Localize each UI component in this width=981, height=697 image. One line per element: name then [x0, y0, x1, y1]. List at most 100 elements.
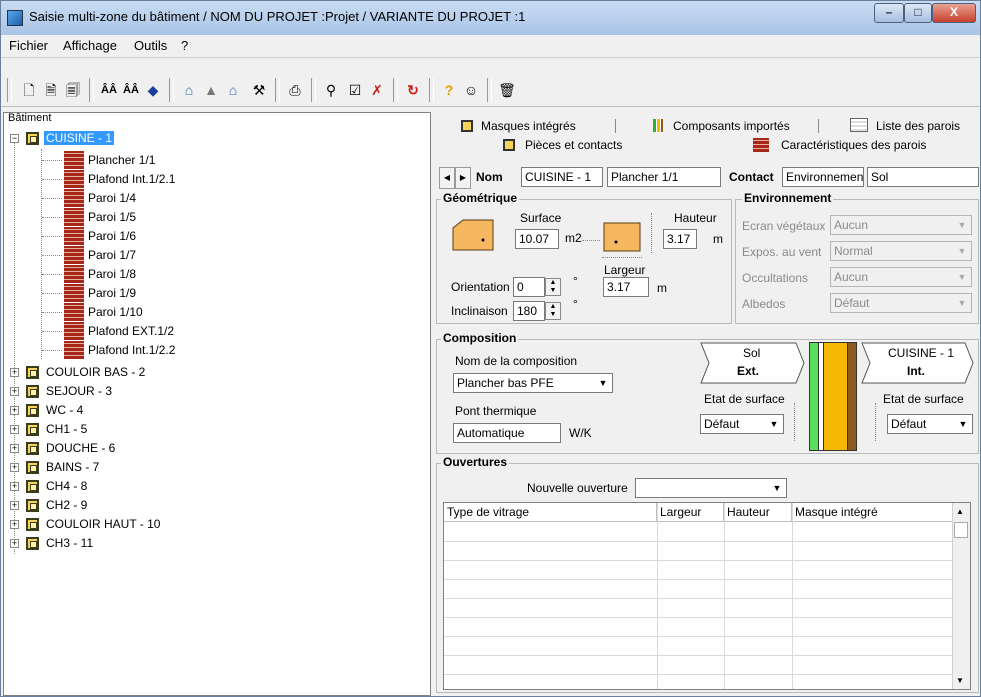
text-a-alt-icon[interactable]: ÂÂ — [121, 80, 141, 100]
scroll-thumb[interactable] — [954, 522, 968, 538]
environment-select[interactable]: Aucun ▼ — [830, 215, 972, 235]
tree-item-room[interactable]: CH2 - 9 — [46, 496, 87, 515]
expand-icon[interactable]: + — [10, 463, 19, 472]
menu-affichage[interactable]: Affichage — [63, 38, 117, 53]
expand-icon[interactable]: + — [10, 444, 19, 453]
text-a-icon[interactable]: ÂÂ — [99, 80, 119, 100]
tree-item-wall[interactable]: Plafond EXT.1/2 — [88, 322, 174, 341]
assistant-icon[interactable]: ☺ — [461, 80, 481, 100]
right-surface-select[interactable]: Défaut ▼ — [887, 414, 973, 434]
contact-field[interactable]: Environnement — [782, 167, 864, 187]
print-icon[interactable]: ⎙ — [285, 80, 305, 100]
minimize-button[interactable]: – — [874, 3, 904, 23]
tree-item-wall[interactable]: Paroi 1/5 — [88, 208, 136, 227]
check-list-icon[interactable]: ☑ — [345, 80, 365, 100]
expand-icon[interactable]: + — [10, 368, 19, 377]
composition-select[interactable]: Plancher bas PFE ▼ — [453, 373, 613, 393]
tab-label: Masques intégrés — [481, 119, 576, 133]
expand-icon[interactable]: + — [10, 520, 19, 529]
expand-icon[interactable]: + — [10, 501, 19, 510]
tree-item-wall[interactable]: Paroi 1/4 — [88, 189, 136, 208]
tree-item-wall[interactable]: Plafond Int.1/2.1 — [88, 170, 175, 189]
expand-icon[interactable]: + — [10, 387, 19, 396]
collapse-icon[interactable]: − — [10, 134, 19, 143]
tree-item-room[interactable]: COULOIR BAS - 2 — [46, 363, 145, 382]
close-button[interactable]: X — [932, 3, 976, 23]
room-name-field[interactable]: CUISINE - 1 — [521, 167, 603, 187]
tree-item-room[interactable]: CUISINE - 1 — [44, 129, 115, 148]
table-scrollbar[interactable]: ▲ ▼ — [952, 503, 970, 689]
left-surface-select[interactable]: Défaut ▼ — [700, 414, 784, 434]
expand-icon[interactable]: + — [10, 482, 19, 491]
column-header-type[interactable]: Type de vitrage — [444, 503, 657, 522]
column-header-largeur[interactable]: Largeur — [657, 503, 724, 522]
search-icon[interactable]: ⚲ — [321, 80, 341, 100]
copy-document-icon[interactable]: 🗐 — [63, 80, 83, 100]
hauteur-field[interactable]: 3.17 — [663, 229, 697, 249]
tools-icon[interactable]: ⚒ — [249, 80, 269, 100]
menu-help[interactable]: ? — [181, 38, 188, 53]
toolbar-separator — [169, 78, 174, 102]
tree-item-room[interactable]: CH3 - 11 — [46, 534, 93, 553]
roof-icon[interactable]: ▲ — [201, 80, 221, 100]
room-icon[interactable]: ⌂ — [179, 80, 199, 100]
new-file-icon[interactable]: 🗎 — [41, 80, 61, 100]
refresh-icon[interactable]: ↻ — [403, 80, 423, 100]
tree-item-room[interactable]: DOUCHE - 6 — [46, 439, 115, 458]
orientation-spinner[interactable]: ▲ ▼ — [545, 278, 561, 296]
tree-item-wall[interactable]: Paroi 1/10 — [88, 303, 143, 322]
tree-item-room[interactable]: SEJOUR - 3 — [46, 382, 112, 401]
column-header-hauteur[interactable]: Hauteur — [724, 503, 792, 522]
largeur-field[interactable]: 3.17 — [603, 277, 649, 297]
building-tree[interactable]: Bâtiment − CUISINE - 1 Plancher 1/1 Plafo… — [3, 112, 431, 696]
inclinaison-spinner[interactable]: ▲ ▼ — [545, 302, 561, 320]
expand-icon[interactable]: + — [10, 425, 19, 434]
tree-item-wall[interactable]: Plancher 1/1 — [88, 151, 155, 170]
thermal-bridge-field[interactable]: Automatique — [453, 423, 561, 443]
wall-layers-diagram[interactable] — [809, 342, 857, 451]
inclinaison-field[interactable]: 180 — [513, 301, 545, 321]
tree-item-room[interactable]: WC - 4 — [46, 401, 83, 420]
help-icon[interactable]: ? — [439, 80, 459, 100]
tree-item-wall[interactable]: Paroi 1/8 — [88, 265, 136, 284]
prev-wall-button[interactable]: ◀ — [439, 167, 455, 189]
tree-item-wall[interactable]: Paroi 1/6 — [88, 227, 136, 246]
menu-fichier[interactable]: Fichier — [9, 38, 48, 53]
surface-field[interactable]: 10.07 — [515, 229, 559, 249]
tree-item-wall[interactable]: Paroi 1/7 — [88, 246, 136, 265]
environment-select[interactable]: Normal ▼ — [830, 241, 972, 261]
tree-item-room[interactable]: CH1 - 5 — [46, 420, 87, 439]
environment-select[interactable]: Défaut ▼ — [830, 293, 972, 313]
trash-icon[interactable]: 🗑 — [497, 80, 517, 100]
building-icon[interactable]: ⌂ — [223, 80, 243, 100]
scroll-down-icon[interactable]: ▼ — [956, 676, 964, 685]
contact-type-field[interactable]: Sol — [867, 167, 979, 187]
new-document-icon[interactable]: 🗋 — [19, 80, 39, 100]
main-window: Saisie multi-zone du bâtiment / NOM DU P… — [0, 0, 981, 697]
tab-masques-integres[interactable]: Masques intégrés — [461, 116, 576, 136]
tree-item-wall[interactable]: Plafond Int.1/2.2 — [88, 341, 175, 360]
toolbar-separator — [487, 78, 492, 102]
openings-table[interactable]: Type de vitrage Largeur Hauteur Masque i… — [443, 502, 971, 690]
environment-select[interactable]: Aucun ▼ — [830, 267, 972, 287]
tree-item-room[interactable]: BAINS - 7 — [46, 458, 99, 477]
column-header-masque[interactable]: Masque intégré — [792, 503, 962, 522]
wall-name-field[interactable]: Plancher 1/1 — [607, 167, 721, 187]
maximize-button[interactable]: □ — [904, 3, 932, 23]
orientation-field[interactable]: 0 — [513, 277, 545, 297]
tree-item-room[interactable]: CH4 - 8 — [46, 477, 87, 496]
tab-pieces-et-contacts[interactable]: Pièces et contacts — [503, 135, 622, 155]
tree-item-wall[interactable]: Paroi 1/9 — [88, 284, 136, 303]
scroll-up-icon[interactable]: ▲ — [956, 507, 964, 516]
tab-composants-importes[interactable]: Composants importés — [653, 116, 790, 136]
menu-outils[interactable]: Outils — [134, 38, 167, 53]
diamond-icon[interactable]: ◆ — [143, 80, 163, 100]
tab-caracteristiques-des-parois[interactable]: Caractéristiques des parois — [753, 135, 926, 155]
tab-liste-des-parois[interactable]: Liste des parois — [850, 116, 960, 136]
delete-list-icon[interactable]: ✗ — [367, 80, 387, 100]
new-opening-select[interactable]: ▼ — [635, 478, 787, 498]
tree-item-room[interactable]: COULOIR HAUT - 10 — [46, 515, 160, 534]
next-wall-button[interactable]: ▶ — [455, 167, 471, 189]
expand-icon[interactable]: + — [10, 539, 19, 548]
expand-icon[interactable]: + — [10, 406, 19, 415]
